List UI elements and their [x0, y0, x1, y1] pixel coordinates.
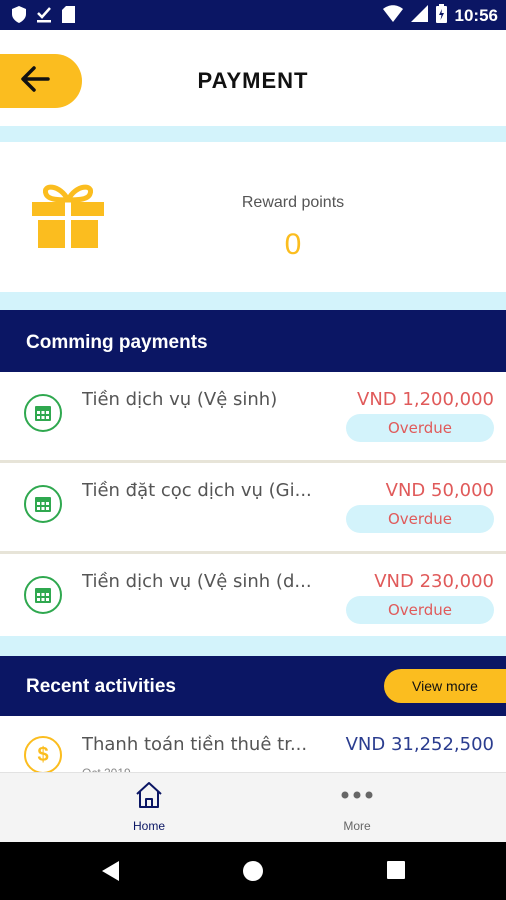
payment-title: Tiền dịch vụ (Vệ sinh)	[82, 389, 278, 410]
calendar-icon	[24, 394, 62, 432]
download-done-icon	[36, 6, 52, 27]
activity-row[interactable]: $ Thanh toán tiền thuê tr... VND 31,252,…	[0, 716, 506, 776]
coming-payments-list: Tiền dịch vụ (Vệ sinh) VND 1,200,000 Ove…	[0, 372, 506, 645]
status-badge: Overdue	[346, 505, 494, 533]
status-bar: 10:56	[0, 0, 506, 30]
shield-icon	[12, 6, 26, 27]
gift-icon	[30, 182, 106, 254]
divider-band	[0, 636, 506, 656]
activity-title: Thanh toán tiền thuê tr...	[82, 734, 308, 755]
payment-title: Tiền đặt cọc dịch vụ (Gi...	[82, 480, 312, 501]
status-time: 10:56	[454, 5, 498, 25]
view-more-button[interactable]: View more	[384, 669, 506, 703]
header: PAYMENT	[0, 30, 506, 126]
sd-card-icon	[62, 6, 75, 27]
nav-more[interactable]: More	[297, 781, 417, 833]
more-dots-icon	[340, 791, 374, 813]
payment-row[interactable]: Tiền dịch vụ (Vệ sinh) VND 1,200,000 Ove…	[0, 372, 506, 463]
nav-label: Home	[132, 819, 165, 833]
recents-square-icon[interactable]	[386, 860, 406, 884]
section-title: Recent activities	[26, 676, 176, 697]
status-badge: Overdue	[346, 414, 494, 442]
signal-icon	[410, 5, 428, 26]
payment-row[interactable]: Tiền dịch vụ (Vệ sinh (d... VND 230,000 …	[0, 554, 506, 645]
nav-label: More	[343, 819, 371, 833]
section-title: Comming payments	[26, 332, 208, 353]
calendar-icon	[24, 576, 62, 614]
reward-points-value: 0	[284, 228, 302, 261]
divider-band	[0, 292, 506, 310]
reward-points-label: Reward points	[241, 194, 345, 211]
activity-amount: VND 31,252,500	[345, 734, 494, 755]
bottom-nav: Home More	[0, 772, 506, 842]
home-circle-icon[interactable]	[242, 860, 264, 886]
status-badge: Overdue	[346, 596, 494, 624]
payment-amount: VND 50,000	[385, 480, 494, 501]
payment-amount: VND 1,200,000	[357, 389, 494, 410]
page-title: PAYMENT	[197, 68, 309, 93]
calendar-icon	[24, 485, 62, 523]
recent-activities-header: Recent activities View more	[0, 656, 506, 716]
coming-payments-header: Comming payments	[0, 310, 506, 372]
wifi-icon	[382, 5, 403, 26]
dollar-coin-icon: $	[24, 736, 62, 774]
payment-title: Tiền dịch vụ (Vệ sinh (d...	[82, 571, 312, 592]
divider-band	[0, 126, 506, 142]
system-nav-bar	[0, 842, 506, 900]
battery-icon	[435, 4, 447, 27]
nav-home[interactable]: Home	[89, 781, 209, 833]
reward-card: Reward points 0	[0, 142, 506, 292]
payment-row[interactable]: Tiền đặt cọc dịch vụ (Gi... VND 50,000 O…	[0, 463, 506, 554]
payment-amount: VND 230,000	[374, 571, 494, 592]
back-triangle-icon[interactable]	[100, 860, 120, 886]
home-icon	[134, 782, 164, 813]
